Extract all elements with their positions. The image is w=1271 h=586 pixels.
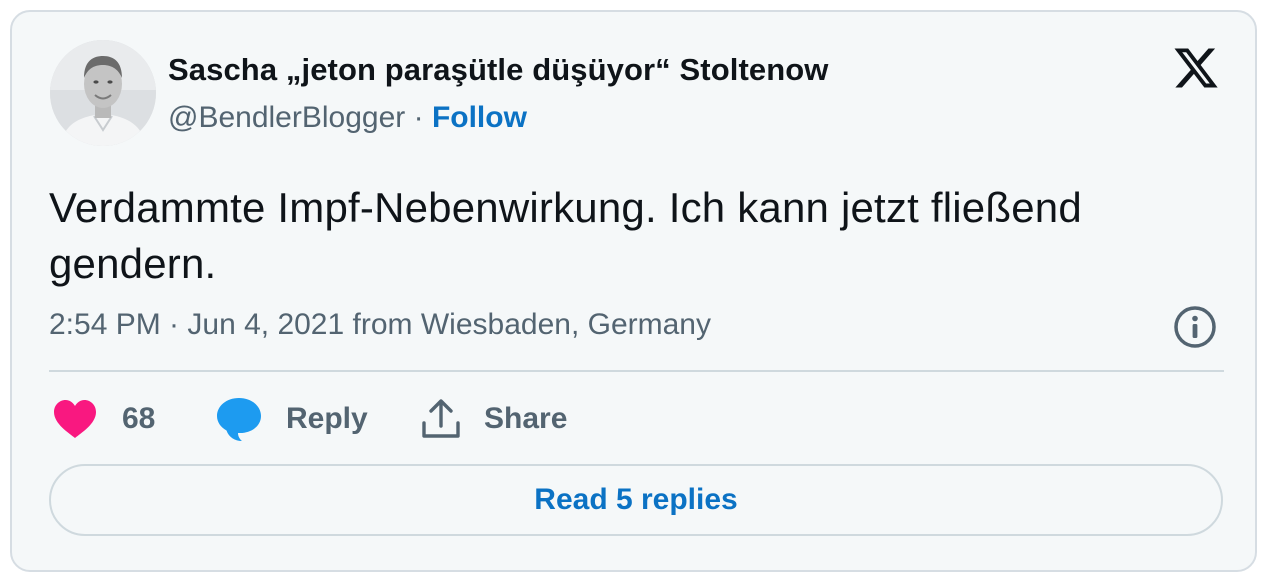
read-replies-button[interactable]: Read 5 replies bbox=[49, 464, 1223, 536]
avatar[interactable] bbox=[50, 40, 156, 146]
info-icon[interactable] bbox=[1172, 304, 1218, 350]
share-label: Share bbox=[484, 402, 568, 435]
tweet-text: Verdammte Impf-Nebenwirkung. Ich kann je… bbox=[49, 184, 1082, 287]
read-replies-label: Read 5 replies bbox=[534, 483, 738, 516]
reply-label: Reply bbox=[286, 402, 368, 435]
heart-icon bbox=[52, 399, 98, 439]
author-display-name[interactable]: Sascha „jeton paraşütle düşüyor“ Stolten… bbox=[168, 52, 829, 88]
divider bbox=[49, 370, 1224, 372]
speech-bubble-icon bbox=[216, 396, 262, 442]
follow-button[interactable]: Follow bbox=[432, 101, 527, 134]
likes-count: 68 bbox=[122, 402, 156, 435]
handle-separator: · bbox=[405, 101, 432, 134]
reply-button[interactable]: Reply bbox=[216, 396, 368, 442]
avatar-photo-icon bbox=[50, 40, 156, 146]
tweet-timestamp[interactable]: 2:54 PM · Jun 4, 2021 from Wiesbaden, Ge… bbox=[49, 308, 711, 342]
like-button[interactable]: 68 bbox=[52, 396, 155, 442]
x-logo-icon[interactable] bbox=[1172, 44, 1220, 92]
author-handle-row: @BendlerBlogger · Follow bbox=[168, 101, 527, 135]
upload-share-icon bbox=[420, 398, 462, 440]
tweet-card: Sascha „jeton paraşütle düşüyor“ Stolten… bbox=[10, 10, 1257, 572]
share-button[interactable]: Share bbox=[420, 396, 567, 442]
author-handle[interactable]: @BendlerBlogger bbox=[168, 101, 405, 134]
